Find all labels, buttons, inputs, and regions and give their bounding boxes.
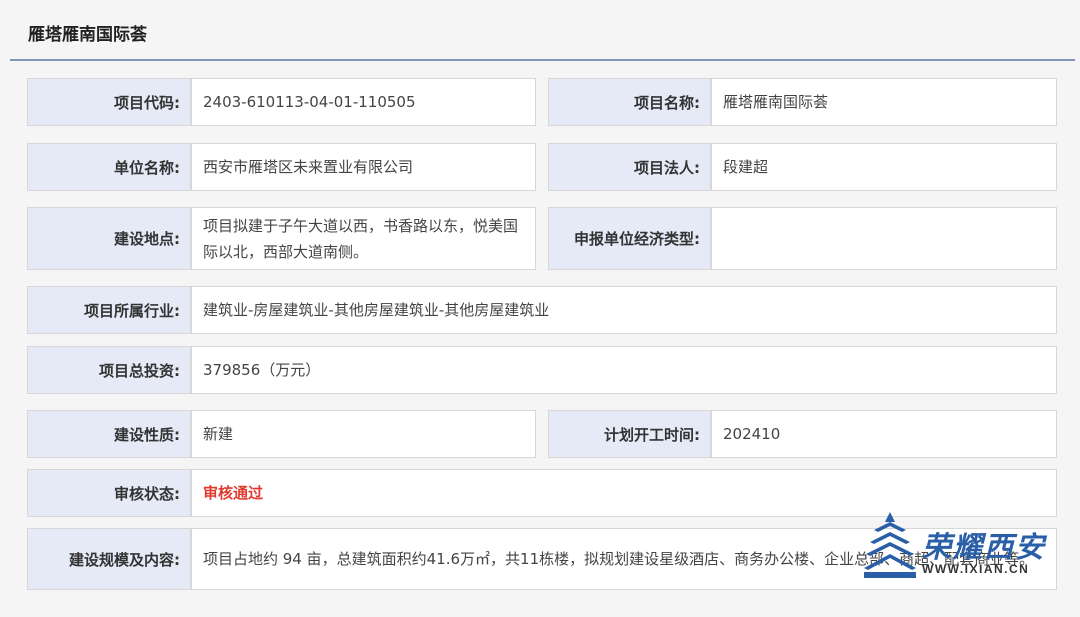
- label-project-code: 项目代码:: [27, 78, 191, 126]
- row-investment: 项目总投资: 379856（万元）: [0, 346, 1080, 394]
- row-unit-name: 单位名称: 西安市雁塔区未来置业有限公司 项目法人: 段建超: [0, 143, 1080, 191]
- page-title: 雁塔雁南国际荟: [28, 25, 147, 45]
- watermark-url: WWW.IXIAN.CN: [922, 562, 1030, 576]
- value-legal-person: 段建超: [711, 143, 1057, 191]
- tower-logo-icon: [864, 512, 916, 578]
- watermark-text: 荣耀西安: [922, 530, 1047, 564]
- value-location: 项目拟建于子午大道以西，书香路以东，悦美国际以北，西部大道南侧。: [191, 207, 536, 270]
- row-project-code: 项目代码: 2403-610113-04-01-110505 项目名称: 雁塔雁…: [0, 78, 1080, 126]
- label-nature: 建设性质:: [27, 410, 191, 458]
- label-industry: 项目所属行业:: [27, 286, 191, 334]
- label-economic-type: 申报单位经济类型:: [548, 207, 711, 270]
- value-industry: 建筑业-房屋建筑业-其他房屋建筑业-其他房屋建筑业: [191, 286, 1057, 334]
- value-start-time: 202410: [711, 410, 1057, 458]
- value-nature: 新建: [191, 410, 536, 458]
- value-investment: 379856（万元）: [191, 346, 1057, 394]
- label-legal-person: 项目法人:: [548, 143, 711, 191]
- watermark-logo: 荣耀西安 WWW.IXIAN.CN: [862, 508, 1062, 583]
- value-unit-name: 西安市雁塔区未来置业有限公司: [191, 143, 536, 191]
- label-location: 建设地点:: [27, 207, 191, 270]
- label-project-name: 项目名称:: [548, 78, 711, 126]
- label-scale-content: 建设规模及内容:: [27, 528, 191, 590]
- label-investment: 项目总投资:: [27, 346, 191, 394]
- label-start-time: 计划开工时间:: [548, 410, 711, 458]
- value-project-name: 雁塔雁南国际荟: [711, 78, 1057, 126]
- row-industry: 项目所属行业: 建筑业-房屋建筑业-其他房屋建筑业-其他房屋建筑业: [0, 286, 1080, 334]
- section-header: 雁塔雁南国际荟: [10, 0, 1075, 61]
- row-nature: 建设性质: 新建 计划开工时间: 202410: [0, 410, 1080, 458]
- label-review-status: 审核状态:: [27, 469, 191, 517]
- value-economic-type: [711, 207, 1057, 270]
- row-location: 建设地点: 项目拟建于子午大道以西，书香路以东，悦美国际以北，西部大道南侧。 申…: [0, 207, 1080, 270]
- label-unit-name: 单位名称:: [27, 143, 191, 191]
- value-project-code: 2403-610113-04-01-110505: [191, 78, 536, 126]
